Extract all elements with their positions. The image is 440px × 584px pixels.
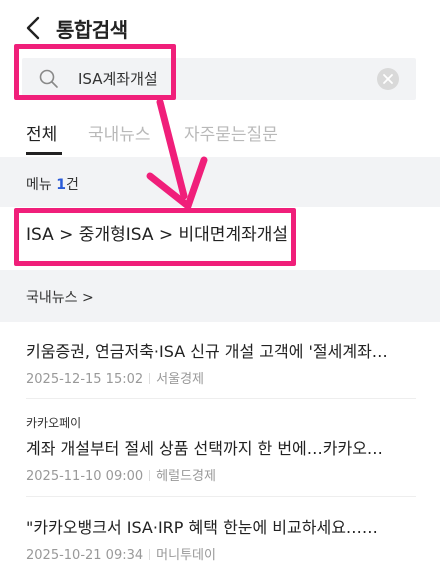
tab-faq[interactable]: 자주묻는질문 — [184, 120, 278, 145]
news-source-top: 카카오페이 — [26, 416, 82, 430]
back-button[interactable] — [22, 14, 46, 42]
news-date: 2025-11-10 09:00 — [26, 469, 144, 484]
news-item[interactable]: 카카오페이 계좌 개설부터 절세 상품 선택까지 한 번에…카카오… 2025-… — [26, 414, 416, 484]
news-item[interactable]: "카카오뱅크서 ISA·IRP 혜택 한눈에 비교하세요…… 2025-10-2… — [26, 514, 416, 563]
news-section-label: 국내뉴스 > — [26, 290, 94, 306]
search-highlight-box — [14, 44, 176, 100]
news-headline: 키움증권, 연금저축·ISA 신규 개설 고객에 '절세계좌… — [26, 342, 388, 361]
menu-section-label: 메뉴 — [26, 177, 52, 193]
page-title: 통합검색 — [56, 18, 128, 42]
meta-divider — [149, 373, 151, 384]
divider — [26, 398, 416, 399]
divider — [26, 496, 416, 497]
menu-result-highlight-box — [14, 208, 296, 266]
tab-all[interactable]: 전체 — [26, 120, 57, 145]
news-headline: "카카오뱅크서 ISA·IRP 혜택 한눈에 비교하세요…… — [26, 518, 378, 537]
news-source: 헤럴드경제 — [156, 469, 216, 484]
clear-search-button[interactable] — [377, 68, 399, 90]
news-source: 머니투데이 — [156, 548, 216, 563]
clear-icon — [383, 74, 393, 84]
news-headline: 계좌 개설부터 절세 상품 선택까지 한 번에…카카오… — [26, 439, 383, 458]
news-source: 서울경제 — [156, 372, 204, 387]
result-tabs: 전체 국내뉴스 자주묻는질문 — [0, 112, 440, 156]
news-item[interactable]: 키움증권, 연금저축·ISA 신규 개설 고객에 '절세계좌… 2025-12-… — [26, 338, 416, 387]
meta-divider — [149, 549, 151, 560]
active-tab-indicator — [26, 152, 62, 155]
tab-domestic-news[interactable]: 국내뉴스 — [88, 120, 151, 145]
chevron-left-icon — [26, 16, 40, 40]
meta-divider — [149, 470, 151, 481]
menu-count: 1 — [56, 177, 66, 193]
menu-count-suffix: 건 — [65, 177, 79, 193]
menu-section-header: 메뉴 1건 — [0, 157, 440, 207]
news-date: 2025-12-15 15:02 — [26, 372, 144, 387]
news-section-header[interactable]: 국내뉴스 > — [0, 270, 440, 322]
news-date: 2025-10-21 09:34 — [26, 548, 144, 563]
